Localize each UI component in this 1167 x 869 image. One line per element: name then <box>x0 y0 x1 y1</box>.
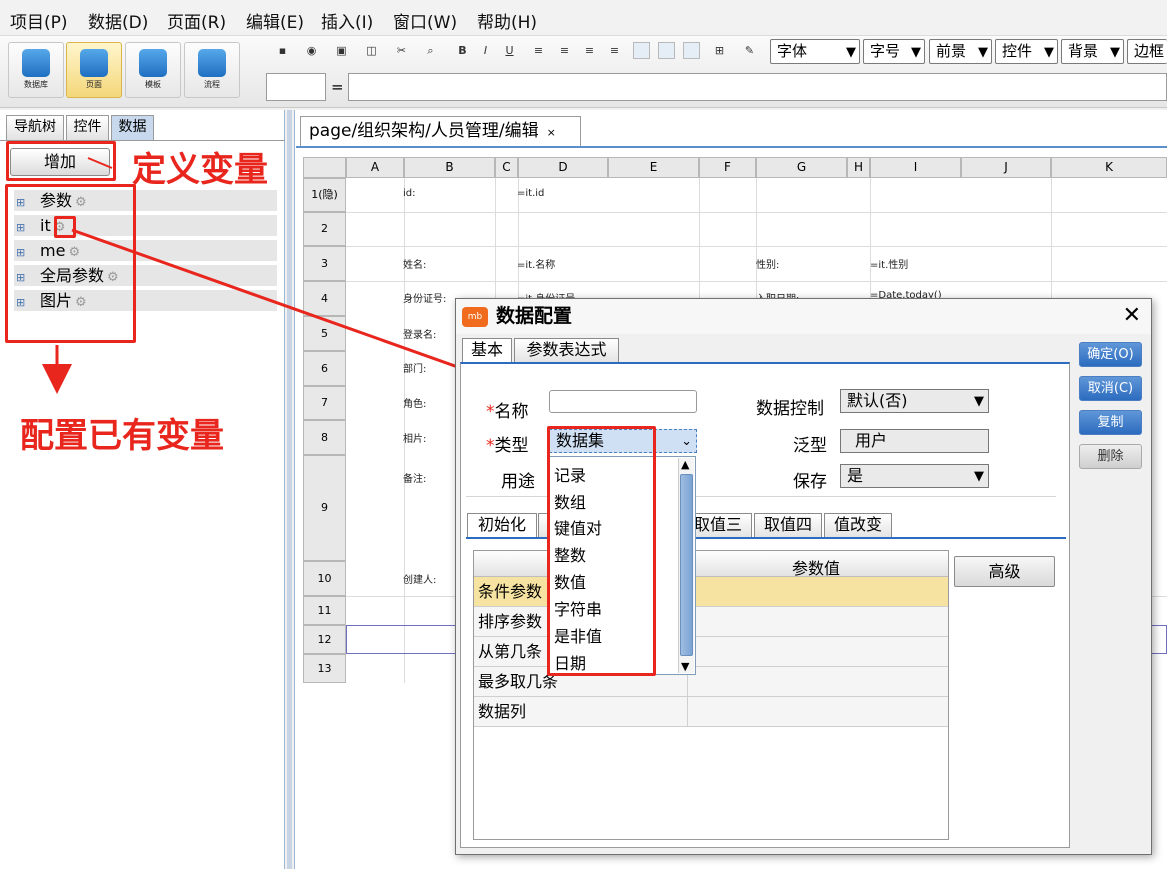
save-label: 保存 <box>793 472 827 492</box>
grid-row[interactable]: 从第几条 <box>474 637 948 667</box>
app-logo-icon: mb <box>462 307 488 327</box>
copy-button[interactable]: 复制 <box>1079 410 1142 435</box>
grid-row[interactable]: 排序参数 <box>474 607 948 637</box>
scrollbar-thumb[interactable] <box>680 474 693 656</box>
scroll-down-icon[interactable]: ▼ <box>681 660 689 673</box>
dropdown-scrollbar[interactable]: ▲ ▼ <box>678 458 694 673</box>
generic-field[interactable]: 用户 <box>840 429 989 453</box>
cancel-button[interactable]: 取消(C) <box>1079 376 1142 401</box>
usage-label: 用途 <box>501 472 535 492</box>
tab-param-expression[interactable]: 参数表达式 <box>514 338 619 362</box>
tab-value-4[interactable]: 取值四 <box>754 513 822 537</box>
ok-button[interactable]: 确定(O) <box>1079 342 1142 367</box>
name-label-text: 名称 <box>494 402 529 422</box>
data-control-label: 数据控制 <box>756 399 824 419</box>
grid-row-label: 从第几条 <box>478 642 543 661</box>
chevron-down-icon: ▼ <box>974 394 984 409</box>
tab-init[interactable]: 初始化 <box>467 513 537 537</box>
param-grid[interactable]: 参数值 条件参数 排序参数 从第几条 最多取几条 数据列 <box>473 550 949 840</box>
scroll-up-icon[interactable]: ▲ <box>681 458 689 471</box>
name-input[interactable] <box>549 390 697 413</box>
annotation-box-types <box>547 426 656 676</box>
name-label: *名称 <box>486 397 529 422</box>
grid-row-label: 最多取几条 <box>478 672 559 691</box>
tab-basic[interactable]: 基本 <box>462 338 512 362</box>
grid-row-label: 排序参数 <box>478 612 543 631</box>
grid-header-value: 参数值 <box>792 559 841 578</box>
required-mark: * <box>486 402 495 422</box>
advanced-button[interactable]: 高级 <box>954 556 1055 587</box>
grid-row[interactable]: 最多取几条 <box>474 667 948 697</box>
generic-value: 用户 <box>855 431 888 450</box>
close-icon[interactable]: ✕ <box>1123 303 1141 328</box>
data-control-select[interactable]: 默认(否) ▼ <box>840 389 989 413</box>
grid-header <box>474 551 948 577</box>
arrow-line <box>71 228 509 390</box>
grid-row[interactable]: 数据列 <box>474 697 948 727</box>
grid-row-label: 数据列 <box>478 702 527 721</box>
grid-row-selected[interactable]: 条件参数 <box>474 577 948 607</box>
chevron-down-icon: ▼ <box>974 469 984 484</box>
tab-value-change[interactable]: 值改变 <box>824 513 892 537</box>
data-control-value: 默认(否) <box>847 391 908 410</box>
type-label-text: 类型 <box>494 436 529 456</box>
generic-label: 泛型 <box>793 436 827 456</box>
required-mark: * <box>486 436 495 456</box>
save-select[interactable]: 是 ▼ <box>840 464 989 488</box>
arrow-line <box>87 157 113 169</box>
delete-button[interactable]: 删除 <box>1079 444 1142 469</box>
chevron-down-icon: ⌄ <box>681 434 692 449</box>
data-config-dialog: 数据配置 mb ✕ 基本 参数表达式 确定(O) 取消(C) 复制 删除 *名称… <box>455 298 1152 855</box>
grid-row-label: 条件参数 <box>478 582 543 601</box>
dialog-title: 数据配置 <box>456 299 1151 334</box>
type-label: *类型 <box>486 431 529 456</box>
save-select-value: 是 <box>847 466 864 485</box>
